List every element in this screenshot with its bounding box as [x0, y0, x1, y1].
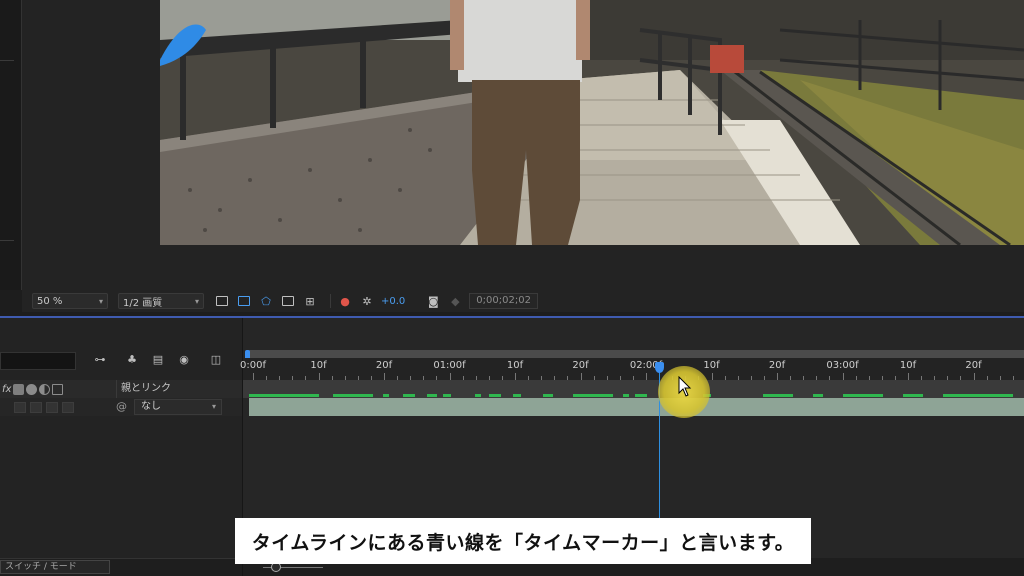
layer-switch[interactable]: [30, 402, 42, 413]
video-frame-image: [160, 0, 1024, 245]
cache-segment: [543, 394, 553, 397]
cache-segment: [813, 394, 823, 397]
cache-segment: [843, 394, 883, 397]
cache-segment: [763, 394, 793, 397]
cache-segment: [943, 394, 983, 397]
parent-value: なし: [141, 401, 161, 412]
ruler-tick: [449, 373, 451, 380]
layer-row[interactable]: @ なし ▾: [0, 398, 242, 416]
ruler-tick: [580, 373, 582, 380]
ruler-tick-label: 20f: [572, 360, 589, 371]
ruler-tick-label: 20f: [375, 360, 393, 371]
snapshot-camera-icon[interactable]: ◙: [425, 293, 441, 309]
ruler-tick: [777, 373, 778, 380]
work-area-bar[interactable]: [249, 350, 1024, 358]
cache-segment: [903, 394, 923, 397]
3d-layer-column-icon: [52, 383, 64, 395]
chevron-down-icon: ▾: [211, 402, 216, 411]
frame-blend-column-icon: [13, 383, 25, 395]
exposure-value[interactable]: +0.0: [381, 296, 405, 307]
exposure-reset-icon[interactable]: ✲: [359, 293, 375, 309]
ruler-tick: [908, 373, 909, 380]
project-panel-edge: [0, 0, 22, 290]
ruler-tick-label: 20f: [768, 360, 786, 371]
layer-header-row: fx 親とリンク: [0, 380, 242, 398]
cache-segment: [443, 394, 451, 397]
cache-segment: [983, 394, 1013, 397]
ruler-tick: [711, 373, 713, 380]
layer-switch[interactable]: [46, 402, 58, 413]
ruler-tick: [318, 373, 320, 380]
composition-viewer: [0, 0, 1024, 290]
ruler-tick-label: 10f: [899, 360, 917, 371]
cache-segment: [475, 394, 481, 397]
fx-switch-icon: fx: [2, 383, 12, 395]
transparency-grid-icon[interactable]: [236, 293, 252, 309]
adjustment-layer-column-icon: [39, 383, 51, 395]
chevron-down-icon: ▾: [98, 296, 103, 306]
ruler-tick: [515, 373, 516, 380]
cache-segment: [383, 394, 389, 397]
graph-editor-icon[interactable]: ◫: [208, 352, 224, 368]
cache-segment: [573, 394, 613, 397]
pick-whip-icon[interactable]: @: [116, 400, 127, 413]
viewer-toolbar: 50 % ▾ 1/2 画質 ▾ ⬠ ⊞ ● ✲ +0.0 ◙ ◆ 0;00;02…: [22, 290, 1024, 312]
region-of-interest-icon[interactable]: [280, 293, 296, 309]
layer-duration-bar[interactable]: [249, 398, 1024, 416]
mask-visibility-icon[interactable]: ⬠: [258, 293, 274, 309]
ruler-tick-label: 03:00f: [826, 360, 859, 371]
time-ruler[interactable]: 0:00f 10f 20f 01:00f 10f 20f 02:00f 10f 20f 03:00…: [240, 358, 1024, 380]
ruler-tick-label: 01:00f: [433, 360, 466, 371]
current-time-display[interactable]: 0;00;02;02: [469, 293, 538, 309]
zoom-value: 50 %: [37, 295, 63, 307]
ruler-tick: [384, 373, 385, 380]
motion-blur-column-icon: [26, 383, 38, 395]
show-snapshot-icon[interactable]: ◆: [447, 293, 463, 309]
switch-mode-toggle[interactable]: スイッチ / モード: [0, 560, 110, 574]
cache-segment: [513, 394, 521, 397]
search-input[interactable]: [0, 352, 76, 370]
fast-preview-icon[interactable]: [214, 293, 230, 309]
resolution-dropdown[interactable]: 1/2 画質 ▾: [118, 293, 204, 309]
chevron-down-icon: ▾: [194, 296, 199, 306]
ruler-tick-label: 10f: [310, 360, 327, 371]
ruler-tick-label: 0:00f: [240, 360, 266, 371]
composition-frame[interactable]: [160, 0, 1024, 245]
ruler-tick-label: 20f: [965, 360, 982, 371]
guides-icon[interactable]: ⊞: [302, 293, 318, 309]
frame-blending-icon[interactable]: ◉: [176, 352, 192, 368]
layer-switch[interactable]: [14, 402, 26, 413]
ruler-tick: [973, 373, 975, 380]
hide-shy-layers-icon[interactable]: ▤: [150, 352, 166, 368]
parent-dropdown[interactable]: なし ▾: [134, 399, 222, 415]
cache-segment: [403, 394, 415, 397]
cache-segment: [333, 394, 373, 397]
ruler-tick-label: 10f: [506, 360, 524, 371]
mouse-pointer-icon: [678, 376, 692, 397]
composition-flowchart-icon[interactable]: ⊶: [92, 352, 108, 368]
layer-switch[interactable]: [62, 402, 74, 413]
cache-segment: [623, 394, 629, 397]
ruler-tick: [842, 373, 844, 380]
cache-segment: [635, 394, 647, 397]
ruler-tick-label: 10f: [703, 360, 720, 371]
draft-3d-icon[interactable]: ♣: [124, 352, 140, 368]
toolbar-divider: [330, 294, 331, 308]
cache-segment: [427, 394, 437, 397]
layer-panel: ⊶ ♣ ▤ ◉ ◫ fx 親とリンク @ なし ▾ スイッチ / モード: [0, 318, 242, 576]
ruler-tick: [253, 373, 254, 380]
cache-segment: [249, 394, 319, 397]
zoom-dropdown[interactable]: 50 % ▾: [32, 293, 108, 309]
subtitle-caption: タイムラインにある青い線を「タイムマーカー」と言います。: [235, 518, 811, 564]
cache-segment: [489, 394, 501, 397]
ruler-tick: [646, 373, 647, 380]
rgb-channels-icon[interactable]: ●: [337, 293, 353, 309]
resolution-value: 1/2 画質: [123, 297, 163, 309]
parent-link-header: 親とリンク: [116, 380, 171, 398]
